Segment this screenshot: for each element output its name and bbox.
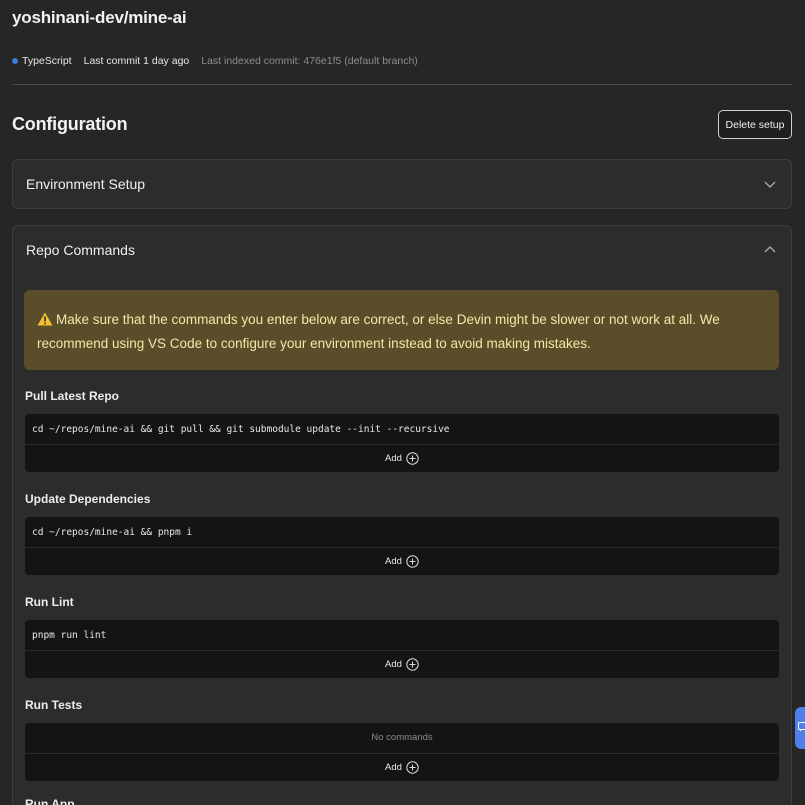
- add-label: Add: [385, 453, 402, 464]
- environment-setup-panel[interactable]: Environment Setup: [12, 159, 792, 209]
- language-dot-icon: [12, 58, 18, 64]
- run-lint-commands: pnpm run lint Add: [25, 620, 779, 678]
- update-dependencies-commands: cd ~/repos/mine-ai && pnpm i Add: [25, 517, 779, 575]
- add-label: Add: [385, 659, 402, 670]
- chat-icon: [798, 722, 805, 732]
- repo-language: TypeScript: [22, 55, 72, 67]
- chevron-down-icon[interactable]: [763, 177, 777, 191]
- plus-circle-icon: [406, 761, 419, 774]
- run-app-label: Run App: [25, 797, 75, 805]
- warning-banner: Make sure that the commands you enter be…: [24, 290, 779, 370]
- run-tests-commands: No commands Add: [25, 723, 779, 781]
- add-command-button[interactable]: Add: [25, 548, 779, 575]
- warning-icon: [37, 312, 53, 326]
- command-line[interactable]: cd ~/repos/mine-ai && pnpm i: [25, 517, 779, 548]
- run-lint-label: Run Lint: [25, 595, 74, 609]
- add-label: Add: [385, 762, 402, 773]
- plus-circle-icon: [406, 555, 419, 568]
- pull-latest-repo-commands: cd ~/repos/mine-ai && git pull && git su…: [25, 414, 779, 472]
- pull-latest-repo-label: Pull Latest Repo: [25, 389, 120, 403]
- command-line[interactable]: pnpm run lint: [25, 620, 779, 651]
- add-command-button[interactable]: Add: [25, 445, 779, 472]
- plus-circle-icon: [406, 452, 419, 465]
- repo-commands-label: Repo Commands: [26, 242, 135, 258]
- feedback-side-tab[interactable]: [795, 707, 805, 749]
- plus-circle-icon: [406, 658, 419, 671]
- repo-title: yoshinani-dev/mine-ai: [12, 8, 187, 27]
- repo-settings-page: yoshinani-dev/mine-ai TypeScript Last co…: [0, 0, 805, 805]
- last-indexed-commit: Last indexed commit: 476e1f5 (default br…: [201, 55, 418, 67]
- add-command-button[interactable]: Add: [25, 651, 779, 678]
- configuration-title: Configuration: [12, 114, 128, 134]
- add-command-button[interactable]: Add: [25, 754, 779, 781]
- delete-setup-button[interactable]: Delete setup: [718, 110, 792, 139]
- run-tests-label: Run Tests: [25, 698, 83, 712]
- no-commands-text: No commands: [25, 723, 779, 754]
- header-divider: [12, 84, 792, 85]
- warning-text: Make sure that the commands you enter be…: [37, 312, 720, 351]
- add-label: Add: [385, 556, 402, 567]
- environment-setup-label: Environment Setup: [26, 176, 146, 192]
- command-line[interactable]: cd ~/repos/mine-ai && git pull && git su…: [25, 414, 779, 445]
- last-commit: Last commit 1 day ago: [83, 55, 190, 67]
- repo-meta: TypeScript Last commit 1 day ago Last in…: [12, 54, 418, 68]
- chevron-up-icon[interactable]: [763, 243, 777, 257]
- update-dependencies-label: Update Dependencies: [25, 492, 151, 506]
